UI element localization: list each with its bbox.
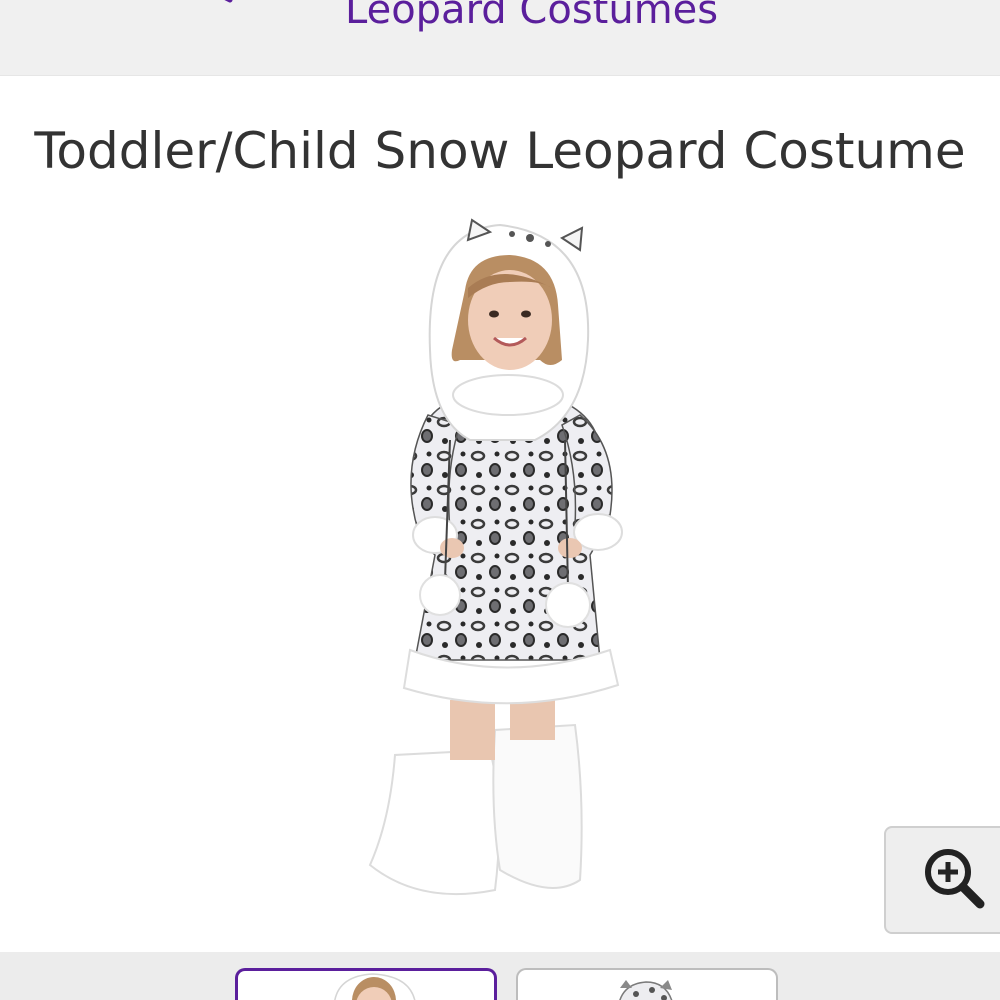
breadcrumb-bar: Leopard Costumes [0, 0, 1000, 76]
product-title: Toddler/Child Snow Leopard Costume [34, 122, 966, 180]
zoom-in-icon [925, 849, 985, 909]
breadcrumb-link[interactable]: Leopard Costumes [345, 0, 718, 38]
thumbnail-item-1[interactable] [235, 968, 497, 1000]
thumbnail-image [334, 973, 416, 1000]
product-page: Leopard Costumes Toddler/Child Snow Leop… [0, 0, 1000, 1000]
chevron-left-icon[interactable] [200, 0, 248, 12]
thumbnail-image [619, 980, 673, 1000]
zoom-button[interactable] [884, 826, 1000, 934]
thumbnail-strip [0, 952, 1000, 1000]
product-image[interactable] [300, 210, 700, 930]
thumbnail-item-2[interactable] [516, 968, 778, 1000]
